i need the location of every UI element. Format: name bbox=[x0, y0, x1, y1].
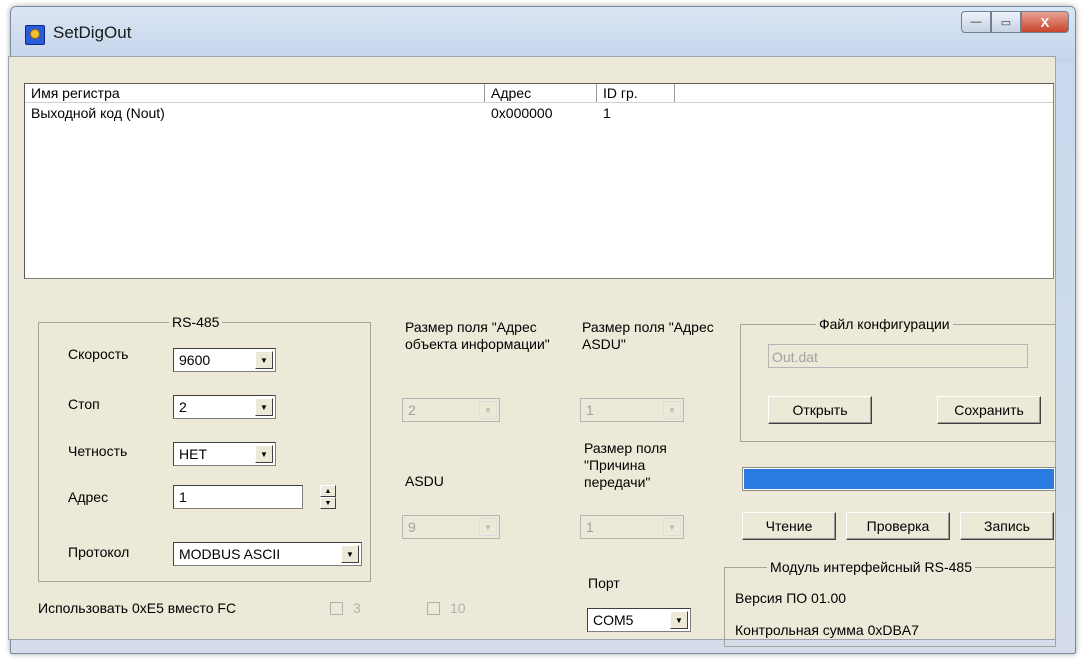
chevron-down-icon: ▼ bbox=[663, 401, 681, 419]
address-value: 1 bbox=[179, 489, 187, 505]
address-label: Адрес bbox=[68, 489, 109, 505]
config-file-group: Файл конфигурации bbox=[740, 315, 1056, 442]
column-header-group-id[interactable]: ID гр. bbox=[597, 84, 675, 102]
chevron-down-icon[interactable]: ▼ bbox=[255, 398, 273, 416]
address-stepper[interactable]: ▲ ▼ bbox=[320, 485, 336, 509]
register-group-id-cell: 1 bbox=[603, 105, 611, 121]
protocol-label: Протокол bbox=[68, 544, 130, 560]
parity-select[interactable]: НЕТ ▼ bbox=[173, 442, 276, 466]
close-button[interactable]: X bbox=[1021, 11, 1069, 33]
config-filename-field[interactable]: Out.dat bbox=[768, 344, 1028, 368]
stop-label: Стоп bbox=[68, 396, 100, 412]
maximize-button[interactable]: ▭ bbox=[991, 11, 1021, 33]
chevron-down-icon[interactable]: ▼ bbox=[341, 545, 359, 563]
asdu-address-size-value: 1 bbox=[586, 402, 594, 418]
ioa-size-value: 2 bbox=[408, 402, 416, 418]
title-bar[interactable]: SetDigOut — ▭ X bbox=[11, 7, 1075, 63]
config-filename-value: Out.dat bbox=[772, 349, 818, 365]
register-list-header: Имя регистра Адрес ID гр. bbox=[25, 84, 1053, 103]
use-e5-label: Использовать 0xE5 вместо FC bbox=[38, 600, 237, 616]
use-e5-option-10-label: 10 bbox=[450, 600, 466, 616]
spin-up-icon[interactable]: ▲ bbox=[320, 485, 336, 497]
chevron-down-icon: ▼ bbox=[479, 401, 497, 419]
save-button[interactable]: Сохранить bbox=[937, 396, 1041, 424]
port-label: Порт bbox=[588, 575, 620, 591]
protocol-select[interactable]: MODBUS ASCII ▼ bbox=[173, 542, 362, 566]
config-file-group-title: Файл конфигурации bbox=[816, 315, 953, 333]
chevron-down-icon[interactable]: ▼ bbox=[255, 351, 273, 369]
parity-label: Четность bbox=[68, 443, 128, 459]
address-spin-input[interactable]: 1 bbox=[173, 485, 303, 509]
ioa-size-select[interactable]: 2 ▼ bbox=[402, 398, 500, 422]
port-value: COM5 bbox=[593, 612, 634, 628]
stop-select[interactable]: 2 ▼ bbox=[173, 395, 276, 419]
protocol-value: MODBUS ASCII bbox=[179, 546, 281, 562]
use-e5-checkbox-3[interactable] bbox=[330, 602, 343, 615]
speed-label: Скорость bbox=[68, 346, 129, 362]
register-address-cell: 0x000000 bbox=[491, 105, 553, 121]
cause-size-value: 1 bbox=[586, 519, 594, 535]
stop-value: 2 bbox=[179, 399, 187, 415]
open-button[interactable]: Открыть bbox=[768, 396, 872, 424]
verify-button[interactable]: Проверка bbox=[846, 512, 950, 540]
chevron-down-icon: ▼ bbox=[663, 518, 681, 536]
asdu-value: 9 bbox=[408, 519, 416, 535]
table-row[interactable]: Выходной код (Nout) 0x000000 1 bbox=[25, 104, 675, 122]
chevron-down-icon: ▼ bbox=[479, 518, 497, 536]
cause-size-select[interactable]: 1 ▼ bbox=[580, 515, 684, 539]
asdu-address-size-select[interactable]: 1 ▼ bbox=[580, 398, 684, 422]
caption-buttons: — ▭ X bbox=[961, 11, 1069, 33]
minimize-button[interactable]: — bbox=[961, 11, 991, 33]
column-header-address[interactable]: Адрес bbox=[485, 84, 597, 102]
register-list[interactable]: Имя регистра Адрес ID гр. Выходной код (… bbox=[24, 83, 1054, 279]
firmware-version: Версия ПО 01.00 bbox=[735, 590, 847, 606]
module-info-title: Модуль интерфейсный RS-485 bbox=[767, 558, 975, 576]
spin-down-icon[interactable]: ▼ bbox=[320, 497, 336, 509]
window-title: SetDigOut bbox=[53, 23, 132, 42]
ioa-size-label: Размер поля "Адрес объекта информации" bbox=[405, 319, 550, 352]
app-icon bbox=[25, 25, 45, 45]
cause-size-label: Размер поля "Причина передачи" bbox=[584, 440, 667, 490]
use-e5-checkbox-10[interactable] bbox=[427, 602, 440, 615]
checksum: Контрольная сумма 0xDBA7 bbox=[735, 622, 919, 638]
column-header-name[interactable]: Имя регистра bbox=[25, 84, 485, 102]
progress-fill bbox=[744, 469, 1054, 489]
asdu-select[interactable]: 9 ▼ bbox=[402, 515, 500, 539]
speed-select[interactable]: 9600 ▼ bbox=[173, 348, 276, 372]
read-button[interactable]: Чтение bbox=[742, 512, 836, 540]
chevron-down-icon[interactable]: ▼ bbox=[255, 445, 273, 463]
port-select[interactable]: COM5 ▼ bbox=[587, 608, 691, 632]
speed-value: 9600 bbox=[179, 352, 211, 368]
parity-value: НЕТ bbox=[179, 446, 207, 462]
write-button[interactable]: Запись bbox=[960, 512, 1054, 540]
use-e5-option-3-label: 3 bbox=[353, 600, 361, 616]
register-name-cell: Выходной код (Nout) bbox=[31, 105, 165, 121]
progress-bar bbox=[742, 467, 1056, 491]
rs485-group-title: RS-485 bbox=[169, 313, 223, 331]
asdu-label: ASDU bbox=[405, 473, 444, 489]
chevron-down-icon[interactable]: ▼ bbox=[670, 611, 688, 629]
asdu-address-size-label: Размер поля "Адрес ASDU" bbox=[582, 319, 714, 352]
